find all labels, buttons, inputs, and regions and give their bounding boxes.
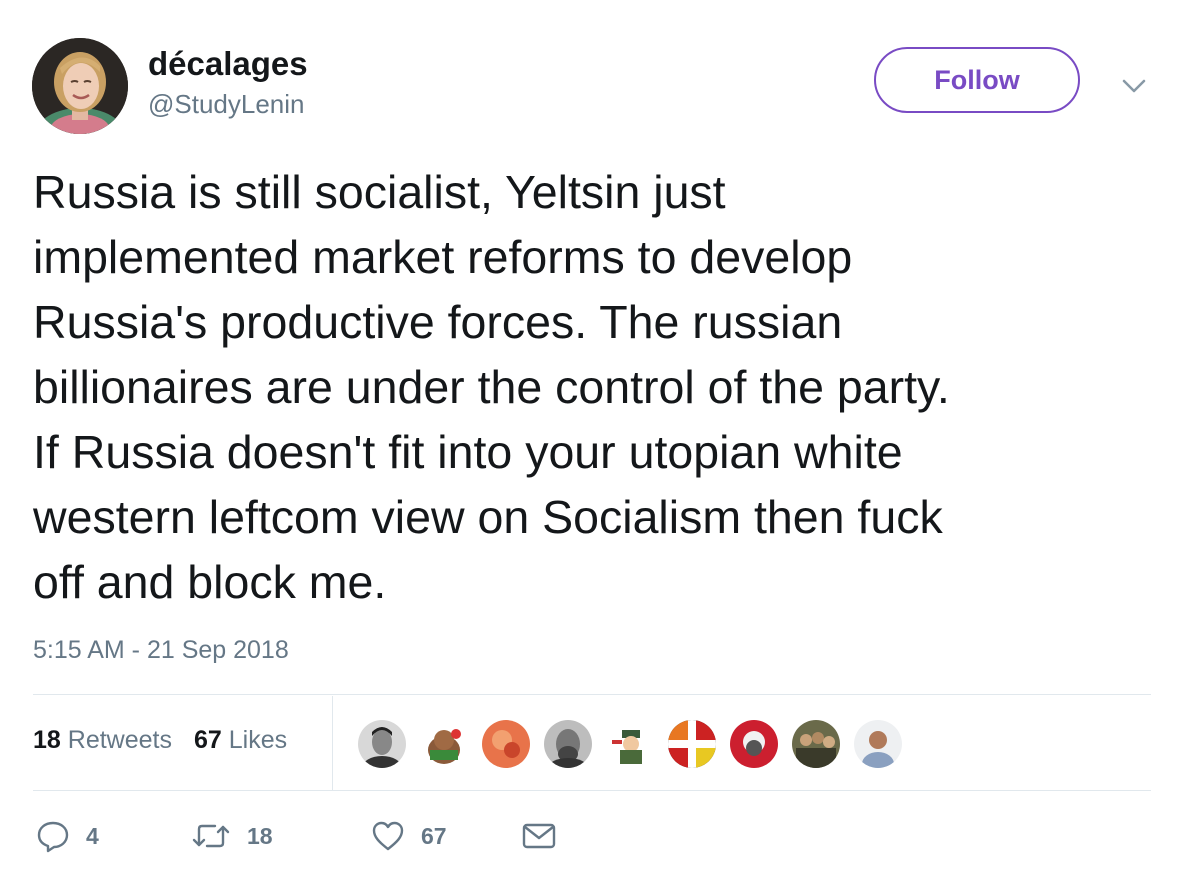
like-count: 67 [421,822,447,849]
envelope-icon [521,819,557,853]
retweets-count: 18 [33,726,61,754]
follow-button[interactable]: Follow [874,47,1080,113]
liker-avatar[interactable] [728,718,780,770]
likes-label: Likes [228,726,288,754]
liker-avatars [356,718,914,770]
liker-avatar[interactable] [418,718,470,770]
heart-icon [371,819,405,853]
retweet-icon [191,819,231,853]
likes-count: 67 [193,726,222,754]
reply-button[interactable]: 4 [36,819,191,853]
liker-avatar[interactable] [852,718,904,770]
divider [33,694,1151,695]
reply-icon [36,819,70,853]
retweet-button[interactable]: 18 [191,819,371,853]
user-display-name[interactable]: décalages [148,44,308,84]
direct-message-button[interactable] [521,819,557,853]
user-handle[interactable]: @StudyLenin [148,88,305,120]
liker-avatar[interactable] [542,718,594,770]
liker-avatar[interactable] [790,718,842,770]
tweet-stats: 18 Retweets 67 Likes [33,722,309,758]
tweet-text: Russia is still socialist, Yeltsin just … [33,166,950,608]
tweet-actions: 4 18 67 [36,816,557,856]
liker-avatar[interactable] [356,718,408,770]
liker-avatar[interactable] [666,718,718,770]
liker-avatar[interactable] [604,718,656,770]
retweet-count: 18 [247,822,273,849]
stats-separator [332,696,333,790]
chevron-down-icon[interactable] [1120,72,1148,100]
like-button[interactable]: 67 [371,819,521,853]
user-avatar[interactable] [32,38,128,134]
liker-avatar[interactable] [480,718,532,770]
reply-count: 4 [86,822,99,849]
divider [33,790,1151,791]
tweet-card: décalages @StudyLenin Follow Russia is s… [0,0,1186,874]
tweet-timestamp[interactable]: 5:15 AM - 21 Sep 2018 [33,634,289,666]
retweets-stat[interactable]: 18 Retweets [33,722,172,758]
retweets-label: Retweets [67,726,172,754]
likes-stat[interactable]: 67 Likes [194,722,287,758]
